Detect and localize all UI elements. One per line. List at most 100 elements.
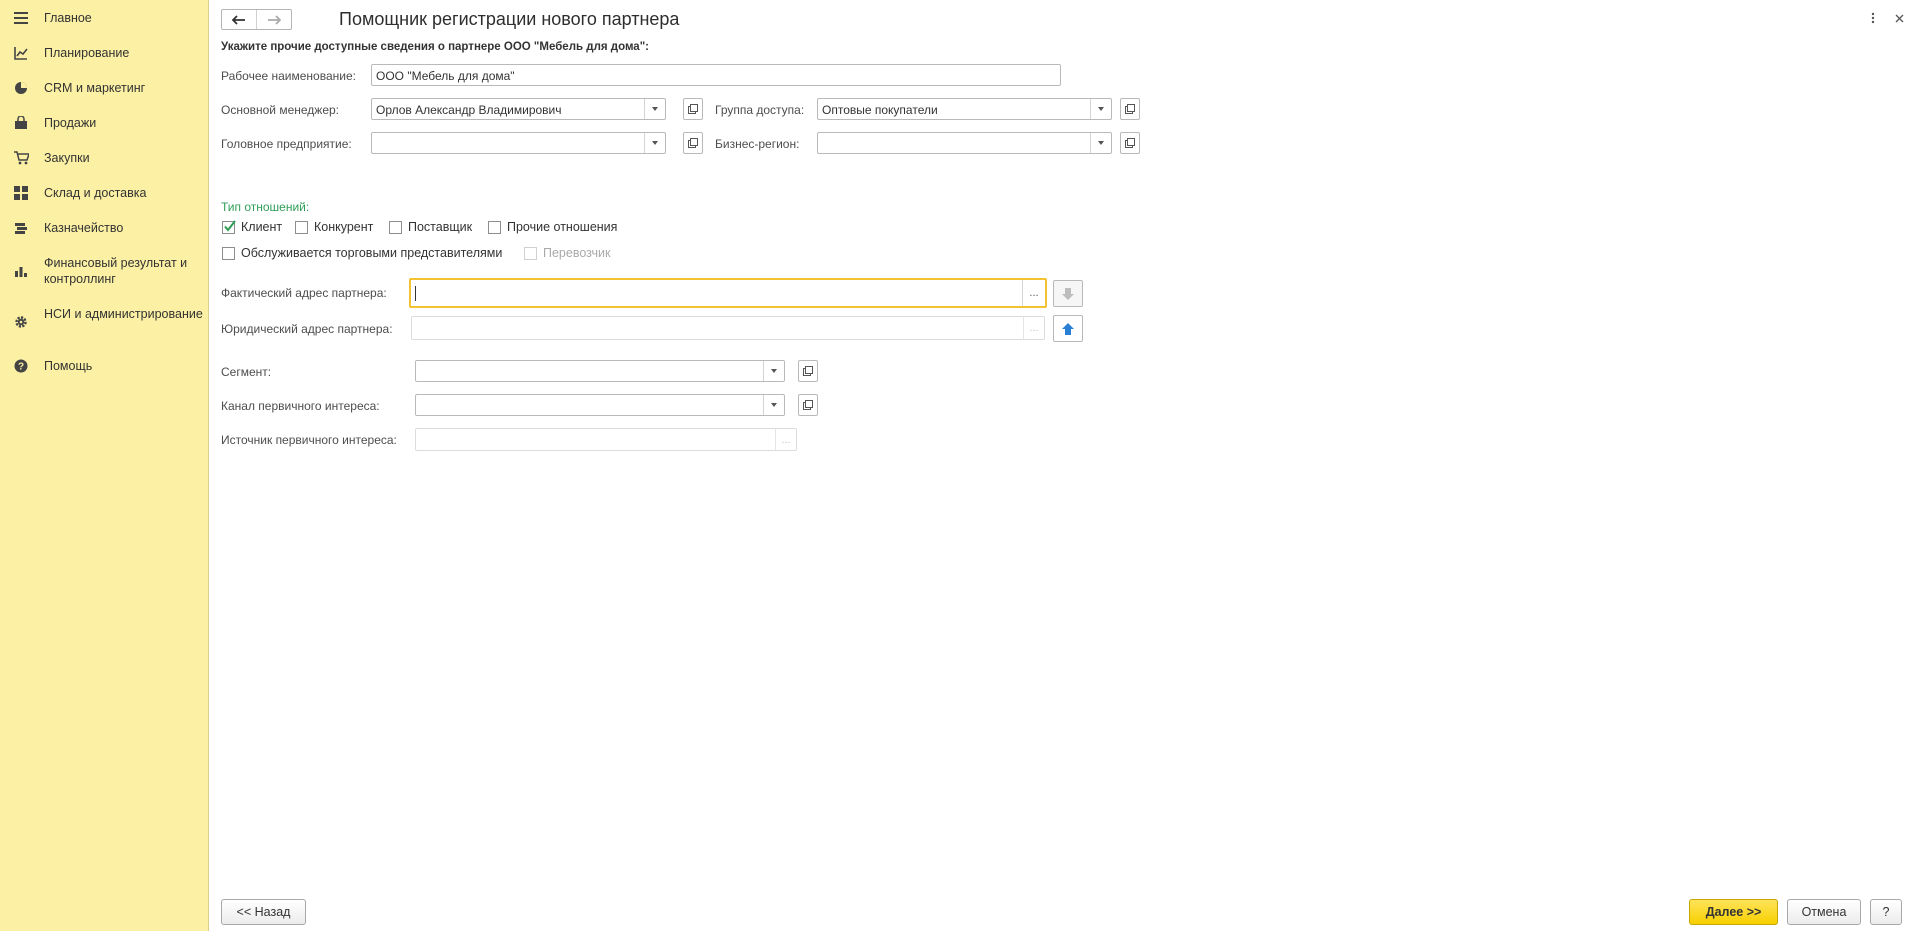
select-button: ...: [775, 429, 796, 450]
segment-field[interactable]: [415, 360, 785, 382]
sidebar-item-warehouse[interactable]: Склад и доставка: [0, 184, 209, 202]
sales-reps-checkbox[interactable]: Обслуживается торговыми представителями: [222, 246, 502, 260]
business-region-field[interactable]: [817, 132, 1112, 154]
select-button[interactable]: ...: [1022, 280, 1045, 306]
supplier-checkbox[interactable]: Поставщик: [389, 220, 472, 234]
access-group-value: Оптовые покупатели: [822, 103, 938, 117]
treasury-icon: [13, 220, 29, 236]
work-name-field[interactable]: ООО "Мебель для дома": [371, 64, 1061, 86]
checkbox-box[interactable]: [389, 220, 402, 234]
channel-open-button[interactable]: [798, 394, 818, 416]
access-group-open-button[interactable]: [1120, 98, 1140, 120]
close-icon[interactable]: [1891, 10, 1907, 26]
main-area: Помощник регистрации нового партнера Ука…: [209, 0, 1913, 931]
source-field: ...: [415, 428, 797, 451]
manager-label: Основной менеджер:: [221, 103, 340, 117]
client-checkbox[interactable]: Клиент: [222, 219, 283, 234]
page-title: Помощник регистрации нового партнера: [339, 9, 680, 29]
source-label: Источник первичного интереса:: [221, 433, 397, 447]
arrow-up-icon: [1062, 322, 1074, 335]
sidebar-item-label: НСИ и администрирование: [44, 307, 203, 321]
checkbox-box[interactable]: [488, 220, 501, 234]
help-button[interactable]: ?: [1870, 899, 1902, 925]
chevron-down-icon[interactable]: [644, 99, 665, 119]
checkbox-label: Прочие отношения: [507, 220, 618, 234]
checkbox-label: Поставщик: [408, 220, 473, 234]
sidebar-item-planning[interactable]: Планирование: [0, 44, 209, 62]
form-subtitle: Укажите прочие доступные сведения о парт…: [221, 41, 649, 53]
help-icon: ?: [13, 358, 29, 374]
select-button: ...: [1023, 317, 1044, 339]
sidebar-item-purchases[interactable]: Закупки: [0, 149, 209, 167]
more-menu-icon[interactable]: [1865, 10, 1881, 26]
access-group-label: Группа доступа:: [715, 103, 805, 117]
sidebar-item-main[interactable]: Главное: [0, 9, 209, 27]
arrow-down-icon: [1062, 287, 1074, 300]
other-relations-checkbox[interactable]: Прочие отношения: [488, 220, 617, 234]
relations-title: Тип отношений:: [221, 200, 310, 214]
sidebar-item-label: Главное: [44, 11, 92, 25]
work-name-value: ООО "Мебель для дома": [376, 69, 515, 83]
manager-field[interactable]: Орлов Александр Владимирович: [371, 98, 666, 120]
sidebar-item-admin[interactable]: НСИ и администрирование: [0, 306, 209, 340]
sidebar-item-label: Планирование: [44, 46, 130, 60]
segment-label: Сегмент:: [221, 365, 272, 379]
sidebar-item-sales[interactable]: Продажи: [0, 114, 209, 132]
business-region-label: Бизнес-регион:: [715, 137, 800, 151]
text-cursor: [415, 286, 416, 301]
chevron-down-icon[interactable]: [1090, 99, 1111, 119]
chevron-down-icon[interactable]: [1090, 133, 1111, 153]
checkbox-label: Обслуживается торговыми представителями: [241, 246, 503, 260]
back-button[interactable]: << Назад: [221, 899, 306, 925]
checkbox-box[interactable]: [222, 219, 236, 234]
bar-chart-icon: [13, 263, 29, 279]
checkbox-label: Перевозчик: [543, 246, 611, 260]
next-button[interactable]: Далее >>: [1689, 899, 1778, 925]
sidebar-item-label: Финансовый результат и контроллинг: [44, 256, 188, 286]
sidebar-item-finance[interactable]: Финансовый результат и контроллинг: [0, 255, 209, 289]
bag-icon: [13, 115, 29, 131]
arrow-right-icon: [268, 14, 281, 25]
competitor-checkbox[interactable]: Конкурент: [295, 220, 373, 234]
manager-open-button[interactable]: [683, 98, 703, 120]
chevron-down-icon[interactable]: [644, 133, 665, 153]
checkbox-box: [524, 246, 537, 260]
sidebar-item-crm[interactable]: CRM и маркетинг: [0, 79, 209, 97]
sidebar-item-label: Казначейство: [44, 221, 124, 235]
arrow-left-icon: [232, 14, 245, 25]
carrier-checkbox: Перевозчик: [524, 246, 610, 260]
back-arrow-button[interactable]: [222, 10, 256, 29]
open-window-icon: [688, 138, 698, 148]
head-company-open-button[interactable]: [683, 132, 703, 154]
head-company-field[interactable]: [371, 132, 666, 154]
sidebar-item-label: Помощь: [44, 359, 93, 373]
sidebar-item-treasury[interactable]: Казначейство: [0, 219, 209, 237]
segment-open-button[interactable]: [798, 360, 818, 382]
svg-text:?: ?: [18, 362, 24, 373]
cancel-button[interactable]: Отмена: [1787, 899, 1861, 925]
checkbox-box[interactable]: [295, 220, 308, 234]
manager-value: Орлов Александр Владимирович: [376, 103, 562, 117]
actual-address-label: Фактический адрес партнера:: [221, 286, 387, 300]
chevron-down-icon[interactable]: [763, 361, 784, 381]
head-company-label: Головное предприятие:: [221, 137, 352, 151]
sidebar-item-label: Склад и доставка: [44, 186, 147, 200]
sidebar-item-label: CRM и маркетинг: [44, 81, 146, 95]
checkbox-box[interactable]: [222, 246, 235, 260]
open-window-icon: [688, 104, 698, 114]
open-window-icon: [1125, 104, 1135, 114]
channel-field[interactable]: [415, 394, 785, 416]
legal-address-label: Юридический адрес партнера:: [221, 322, 393, 336]
open-window-icon: [1125, 138, 1135, 148]
sidebar-item-help[interactable]: ? Помощь: [0, 357, 209, 375]
open-window-icon: [803, 366, 813, 376]
legal-address-field: ...: [411, 316, 1045, 340]
checkmark-icon: [224, 219, 236, 232]
forward-arrow-button[interactable]: [256, 10, 291, 29]
actual-address-field[interactable]: ...: [409, 278, 1047, 308]
access-group-field[interactable]: Оптовые покупатели: [817, 98, 1112, 120]
business-region-open-button[interactable]: [1120, 132, 1140, 154]
checkbox-label: Клиент: [241, 220, 283, 234]
chevron-down-icon[interactable]: [763, 395, 784, 415]
copy-up-button[interactable]: [1053, 315, 1083, 342]
